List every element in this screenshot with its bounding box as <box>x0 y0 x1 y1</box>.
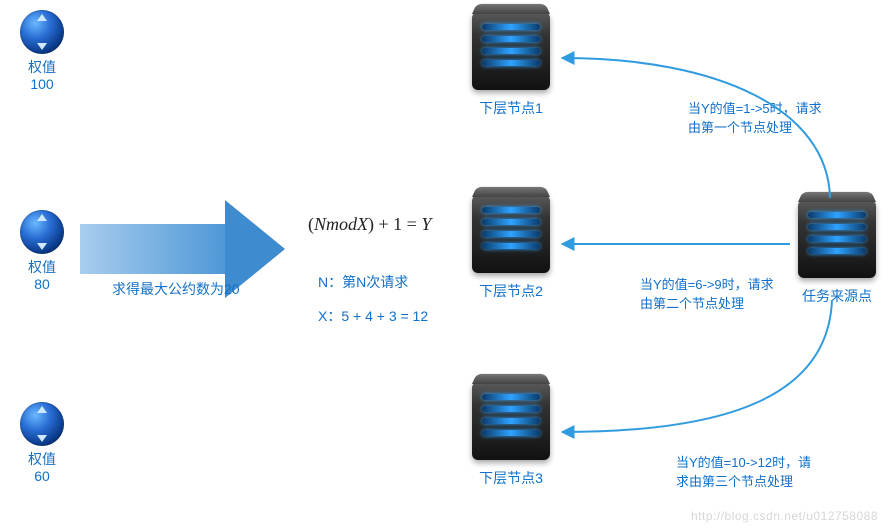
server-label: 下层节点1 <box>468 98 554 118</box>
globe-icon <box>20 10 64 54</box>
weight-node-1: 权值 100 <box>12 10 72 92</box>
formula-x-line: X：5 + 4 + 3 = 12 <box>318 306 428 326</box>
server-icon <box>472 12 550 90</box>
weight-value: 100 <box>12 76 72 92</box>
formula-expression: (NmodX) + 1 = Y <box>300 210 439 239</box>
route-text-line: 求由第三个节点处理 <box>676 473 851 492</box>
weight-node-3: 权值 60 <box>12 402 72 484</box>
route-text-line: 由第一个节点处理 <box>688 119 863 138</box>
watermark-text: http://blog.csdn.net/u012758088 <box>691 509 878 523</box>
server-icon <box>472 195 550 273</box>
weight-value: 80 <box>12 276 72 292</box>
server-label: 下层节点3 <box>468 468 554 488</box>
route-text-3: 当Y的值=10->12时，请 求由第三个节点处理 <box>676 454 851 492</box>
globe-icon <box>20 402 64 446</box>
server-node-3: 下层节点3 <box>468 382 554 488</box>
server-icon <box>798 200 876 278</box>
weight-label: 权值 <box>12 450 72 468</box>
server-label: 下层节点2 <box>468 281 554 301</box>
weight-value: 60 <box>12 468 72 484</box>
server-node-2: 下层节点2 <box>468 195 554 301</box>
weight-label: 权值 <box>12 258 72 276</box>
route-text-2: 当Y的值=6->9时，请求 由第二个节点处理 <box>640 276 815 314</box>
route-text-line: 当Y的值=10->12时，请 <box>676 454 851 473</box>
server-node-1: 下层节点1 <box>468 12 554 118</box>
route-text-line: 由第二个节点处理 <box>640 295 815 314</box>
route-text-line: 当Y的值=1->5时，请求 <box>688 100 863 119</box>
gcd-text: 求得最大公约数为20 <box>112 279 240 299</box>
route-text-1: 当Y的值=1->5时，请求 由第一个节点处理 <box>688 100 863 138</box>
globe-icon <box>20 210 64 254</box>
server-icon <box>472 382 550 460</box>
formula-n-line: N：第N次请求 <box>318 272 408 292</box>
weight-label: 权值 <box>12 58 72 76</box>
route-text-line: 当Y的值=6->9时，请求 <box>640 276 815 295</box>
weight-node-2: 权值 80 <box>12 210 72 292</box>
